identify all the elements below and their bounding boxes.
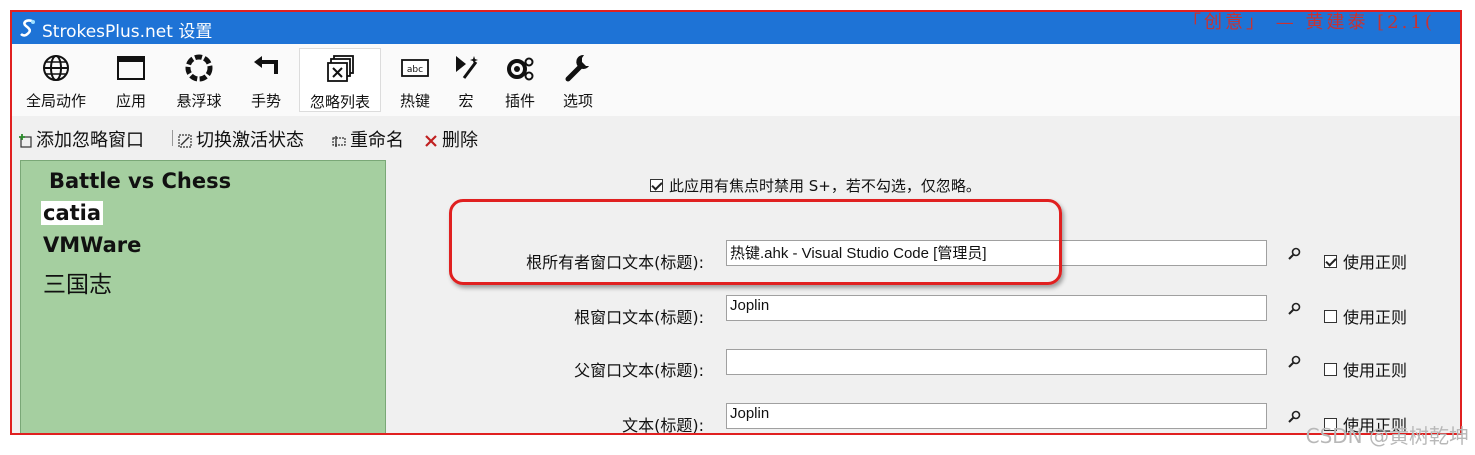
- window-finder-icon[interactable]: [1287, 301, 1303, 317]
- root-window-title-label: 根窗口文本(标题):: [574, 308, 704, 327]
- disable-on-focus-option[interactable]: 此应用有焦点时禁用 S+，若不勾选，仅忽略。: [650, 175, 981, 196]
- turn-arrow-icon: [254, 56, 278, 74]
- regex-label: 使用正则: [1343, 361, 1408, 380]
- abc-key-icon: abc: [401, 59, 429, 77]
- list-item[interactable]: VMWare: [43, 233, 141, 257]
- toggle-active-state-label: 切换激活状态: [196, 130, 304, 151]
- add-ignore-window-label: 添加忽略窗口: [36, 130, 144, 151]
- add-window-icon: [19, 134, 32, 148]
- plugin-icon: [507, 57, 534, 81]
- toolbar-plugins[interactable]: 插件: [496, 48, 544, 112]
- globe-icon: [43, 55, 69, 81]
- delete-x-icon: [425, 135, 437, 147]
- list-item[interactable]: Battle vs Chess: [49, 169, 231, 193]
- rename-icon: [332, 136, 346, 147]
- root-window-title-input[interactable]: Joplin: [726, 295, 1267, 321]
- window-finder-icon[interactable]: [1287, 354, 1303, 370]
- regex-checkbox[interactable]: [1324, 254, 1337, 268]
- parent-window-title-input[interactable]: [726, 349, 1267, 375]
- ignore-actions-bar: 添加忽略窗口 切换激活状态 重命名 删除: [12, 120, 1460, 154]
- magic-wand-icon: [456, 56, 478, 79]
- regex-option[interactable]: 使用正则: [1324, 249, 1407, 273]
- csdn-watermark: CSDN @黄树乾坤: [1305, 424, 1469, 448]
- add-ignore-window-button[interactable]: 添加忽略窗口: [18, 126, 144, 151]
- toolbar-label: 全局动作: [25, 92, 86, 110]
- toolbar-global-actions[interactable]: 全局动作: [16, 48, 96, 112]
- toolbar-label: 忽略列表: [309, 93, 370, 111]
- regex-checkbox[interactable]: [1324, 309, 1337, 323]
- toolbar-hotkeys[interactable]: abc 热键: [390, 48, 440, 112]
- window-title-input[interactable]: Joplin: [726, 403, 1267, 429]
- svg-text:abc: abc: [407, 65, 423, 75]
- main-toolbar: 全局动作 应用 悬浮球 手势 忽略列表 abc 热键 宏 插件 选项: [12, 44, 1460, 116]
- list-item[interactable]: 三国志: [43, 265, 112, 299]
- disable-on-focus-checkbox[interactable]: [650, 179, 663, 192]
- toggle-active-state-button[interactable]: 切换激活状态: [178, 126, 304, 151]
- toolbar-label: 悬浮球: [176, 92, 222, 110]
- app-logo-icon: [20, 19, 35, 37]
- rename-button[interactable]: 重命名: [332, 126, 404, 151]
- annotation-highlight-box: [449, 199, 1062, 285]
- toolbar-label: 手势: [250, 92, 281, 110]
- toolbar-label: 宏: [458, 92, 474, 110]
- regex-checkbox[interactable]: [1324, 362, 1337, 376]
- window-title: StrokesPlus.net 设置: [42, 22, 213, 42]
- toolbar-macros[interactable]: 宏: [448, 48, 484, 112]
- window-finder-icon[interactable]: [1287, 409, 1303, 425]
- window-title-label: 文本(标题):: [622, 416, 704, 435]
- toolbar-apps[interactable]: 应用: [104, 48, 158, 112]
- toolbar-ignore-list[interactable]: 忽略列表: [299, 48, 381, 112]
- action-separator: [172, 130, 173, 146]
- rename-label: 重命名: [350, 130, 404, 151]
- window-icon: [117, 56, 145, 80]
- toolbar-label: 插件: [504, 92, 535, 110]
- toggle-icon: [178, 134, 192, 148]
- regex-option[interactable]: 使用正则: [1324, 304, 1407, 328]
- delete-label: 删除: [442, 130, 478, 151]
- window-finder-icon[interactable]: [1287, 246, 1303, 262]
- list-item-selected[interactable]: catia: [41, 201, 104, 225]
- toolbar-options[interactable]: 选项: [556, 48, 600, 112]
- disable-on-focus-label: 此应用有焦点时禁用 S+，若不勾选，仅忽略。: [669, 177, 981, 195]
- wrench-icon: [565, 54, 589, 82]
- toolbar-label: 选项: [562, 92, 593, 110]
- parent-window-title-label: 父窗口文本(标题):: [574, 361, 704, 380]
- toolbar-gestures[interactable]: 手势: [238, 48, 294, 112]
- ignore-window-list[interactable]: Battle vs Chess catia VMWare 三国志: [20, 160, 386, 433]
- ring-icon: [185, 54, 213, 82]
- toolbar-floater[interactable]: 悬浮球: [166, 48, 232, 112]
- top-watermark: 「创意」 — 黄建泰 [2.1(: [1183, 12, 1435, 33]
- regex-label: 使用正则: [1343, 253, 1408, 272]
- regex-label: 使用正则: [1343, 308, 1408, 327]
- ignore-windows-icon: [327, 55, 354, 82]
- toolbar-label: 热键: [399, 92, 430, 110]
- toolbar-label: 应用: [115, 92, 146, 110]
- delete-button[interactable]: 删除: [424, 126, 478, 151]
- regex-option[interactable]: 使用正则: [1324, 357, 1407, 381]
